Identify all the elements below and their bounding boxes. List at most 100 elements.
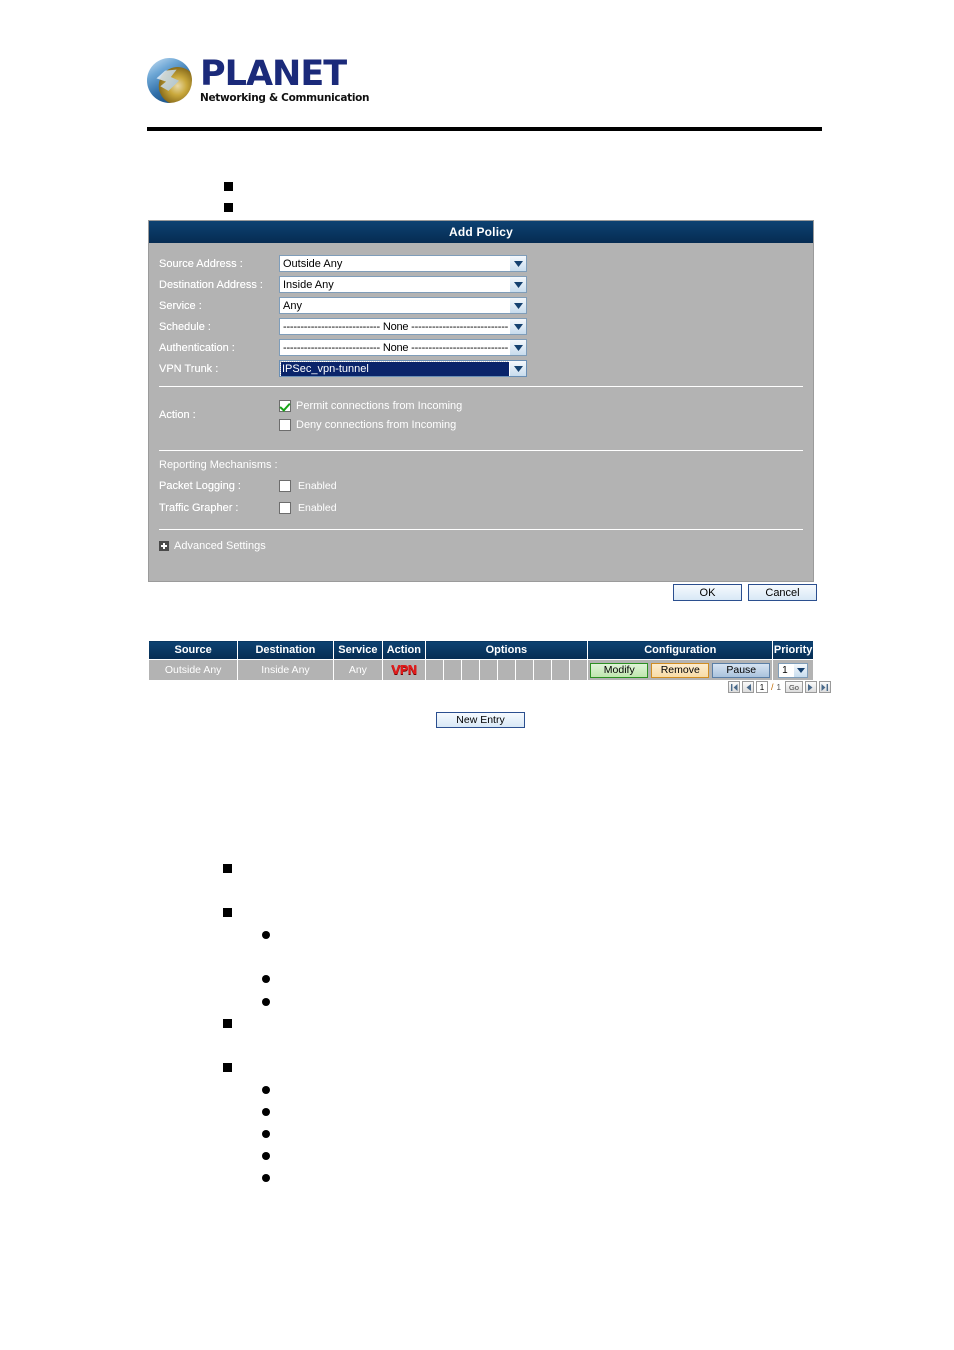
field-schedule: Schedule : ---------------------------- … — [149, 316, 813, 337]
traffic-grapher-checkbox[interactable] — [279, 502, 291, 514]
chevron-down-icon[interactable] — [794, 663, 808, 677]
service-value: Any — [283, 299, 302, 312]
action-section: Action : Permit connections from Incomin… — [149, 387, 813, 443]
cell-option — [478, 659, 498, 681]
packet-logging-label: Packet Logging : — [159, 480, 241, 492]
expand-plus-icon[interactable] — [159, 541, 169, 551]
panel-bottom-spacer — [149, 555, 813, 581]
traffic-grapher-label: Traffic Grapher : — [159, 502, 239, 514]
cell-option — [442, 659, 462, 681]
packet-logging-row: Packet Logging : Enabled — [149, 475, 813, 497]
bullet-square — [223, 908, 232, 917]
total-pages: 1 — [776, 682, 781, 692]
modify-button[interactable]: Modify — [590, 662, 649, 678]
chevron-down-icon[interactable] — [509, 256, 526, 271]
priority-select[interactable]: 1 — [778, 662, 809, 678]
action-label: Action : — [159, 409, 196, 421]
cancel-button[interactable]: Cancel — [748, 584, 817, 601]
new-entry-button[interactable]: New Entry — [436, 712, 525, 728]
brand-tagline: Networking & Communication — [200, 92, 370, 104]
cell-option — [460, 659, 480, 681]
pause-button[interactable]: Pause — [712, 662, 771, 678]
page-separator: / — [771, 682, 774, 692]
table-row: Outside Any Inside Any Any VPN Modify Re… — [147, 659, 814, 681]
packet-logging-enabled-label: Enabled — [298, 480, 337, 492]
bullet-square — [224, 182, 233, 191]
cell-destination: Inside Any — [237, 659, 334, 681]
cell-source: Outside Any — [147, 659, 239, 681]
ok-button[interactable]: OK — [673, 584, 742, 601]
planet-globe-icon — [147, 57, 192, 103]
go-button[interactable]: Go — [784, 681, 803, 693]
service-label: Service : — [159, 299, 202, 312]
vpn-badge: VPN — [391, 663, 417, 677]
traffic-grapher-row: Traffic Grapher : Enabled — [149, 497, 813, 519]
destination-address-value: Inside Any — [283, 278, 334, 291]
chevron-down-icon[interactable] — [509, 298, 526, 313]
schedule-value: ---------------------------- None ------… — [283, 320, 509, 333]
chevron-down-icon[interactable] — [509, 277, 526, 292]
last-page-icon[interactable] — [818, 681, 831, 693]
chevron-down-icon[interactable] — [509, 340, 526, 355]
authentication-select[interactable]: ---------------------------- None ------… — [279, 339, 527, 356]
bullet-round — [262, 975, 270, 983]
first-page-icon[interactable] — [728, 681, 740, 693]
brand-name: PLANET — [200, 54, 347, 94]
pagination-controls: 1 / 1 Go — [728, 681, 831, 693]
cell-option — [514, 659, 535, 681]
source-address-value: Outside Any — [283, 257, 343, 270]
col-header-options: Options — [424, 640, 589, 660]
deny-connections-row[interactable]: Deny connections from Incoming — [279, 415, 462, 434]
chevron-down-icon[interactable] — [509, 361, 526, 376]
bullet-round — [262, 1130, 270, 1138]
cell-configuration: Modify Remove Pause — [587, 659, 774, 681]
advanced-settings-row[interactable]: Advanced Settings — [149, 530, 813, 555]
source-address-select[interactable]: Outside Any — [279, 255, 527, 272]
panel-title: Add Policy — [149, 221, 813, 243]
packet-logging-checkbox[interactable] — [279, 480, 291, 492]
cell-option — [569, 659, 589, 681]
previous-page-icon[interactable] — [742, 681, 754, 693]
deny-checkbox[interactable] — [279, 418, 291, 431]
col-header-action: Action — [382, 640, 426, 660]
destination-address-label: Destination Address : — [159, 278, 263, 291]
cell-option — [551, 659, 571, 681]
destination-address-select[interactable]: Inside Any — [279, 276, 527, 293]
col-header-configuration: Configuration — [587, 640, 774, 660]
bullet-round — [262, 1108, 270, 1116]
field-authentication: Authentication : -----------------------… — [149, 337, 813, 358]
source-address-label: Source Address : — [159, 257, 243, 270]
permit-checkbox[interactable] — [279, 399, 291, 412]
remove-button[interactable]: Remove — [651, 662, 710, 678]
cell-priority: 1 — [772, 659, 814, 681]
cell-option — [496, 659, 516, 681]
next-page-icon[interactable] — [804, 681, 817, 693]
service-select[interactable]: Any — [279, 297, 527, 314]
schedule-select[interactable]: ---------------------------- None ------… — [279, 318, 527, 335]
header-divider — [147, 127, 822, 131]
bullet-square — [223, 1019, 232, 1028]
bullet-square — [224, 203, 233, 212]
traffic-grapher-enabled-label: Enabled — [298, 502, 337, 514]
page-number-input[interactable]: 1 — [756, 681, 768, 693]
bullet-round — [262, 1152, 270, 1160]
schedule-label: Schedule : — [159, 320, 211, 333]
permit-connections-row[interactable]: Permit connections from Incoming — [279, 396, 462, 415]
priority-value: 1 — [782, 664, 788, 676]
bullet-round — [262, 998, 270, 1006]
reporting-mechanisms-heading: Reporting Mechanisms : — [159, 459, 278, 471]
chevron-down-icon[interactable] — [509, 319, 526, 334]
planet-logo: PLANET Networking & Communication — [147, 54, 370, 104]
vpn-trunk-value: IPSec_vpn-tunnel — [280, 361, 512, 376]
bullet-round — [262, 1086, 270, 1094]
col-header-priority: Priority — [772, 640, 814, 660]
cell-option — [424, 659, 444, 681]
authentication-value: ---------------------------- None ------… — [283, 341, 509, 354]
advanced-settings-label: Advanced Settings — [174, 540, 266, 552]
policy-table: Source Destination Service Action Option… — [147, 640, 814, 681]
cell-action: VPN — [382, 659, 426, 681]
vpn-trunk-select[interactable]: IPSec_vpn-tunnel — [279, 360, 527, 377]
add-policy-panel: Add Policy Source Address : Outside Any … — [148, 220, 814, 582]
col-header-source: Source — [147, 640, 239, 660]
bullet-round — [262, 931, 270, 939]
